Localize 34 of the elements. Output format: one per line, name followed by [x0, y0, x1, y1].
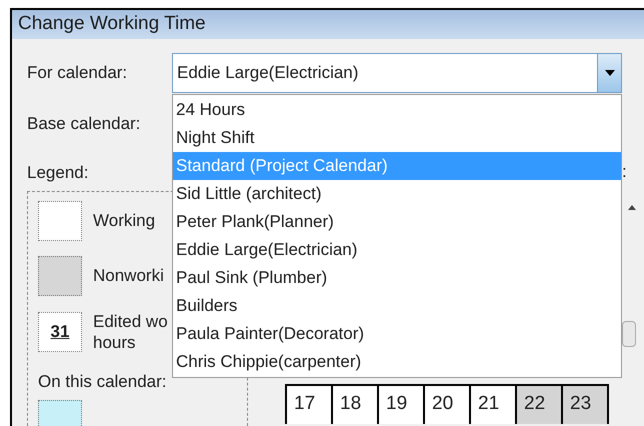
calendar-day[interactable]: 18	[333, 384, 379, 424]
dropdown-option[interactable]: Sid Little (architect)	[173, 180, 621, 208]
scrollbar-thumb[interactable]	[622, 320, 636, 346]
dropdown-option[interactable]: Eddie Large(Electrician)	[173, 236, 621, 264]
calendar-day[interactable]: 22	[517, 384, 563, 424]
dropdown-option[interactable]: Chris Chippie(carpenter)	[173, 348, 621, 376]
calendar-day[interactable]: 21	[471, 384, 517, 424]
field-label: Base calendar:	[27, 112, 140, 134]
calendar-day[interactable]: 23	[563, 384, 609, 424]
day-number: 31	[50, 320, 70, 343]
dropdown-option[interactable]: Night Shift	[173, 124, 621, 152]
legend-text: Nonworki	[93, 264, 164, 287]
dropdown-option[interactable]: Builders	[173, 292, 621, 320]
legend-label: Legend:	[27, 162, 88, 184]
calendar-day[interactable]: 19	[379, 384, 425, 424]
dropdown-option[interactable]: Paula Painter(Decorator)	[173, 320, 621, 348]
calendar-day[interactable]: 17	[287, 384, 333, 424]
window-title: Change Working Time	[18, 12, 206, 36]
field-label: :	[622, 160, 627, 182]
caret-icon	[604, 70, 614, 76]
legend-swatch	[38, 256, 82, 296]
field-label: For calendar:	[27, 62, 128, 84]
calendar-day[interactable]: 20	[425, 384, 471, 424]
legend-text: Working	[93, 210, 156, 232]
dropdown-option[interactable]: Peter Plank(Planner)	[173, 208, 621, 236]
legend-swatch	[38, 200, 82, 240]
dropdown-arrow-button[interactable]	[597, 54, 621, 92]
legend-text: Edited wo	[93, 310, 168, 332]
dropdown-option[interactable]: Paul Sink (Plumber)	[173, 264, 621, 292]
section-label: On this calendar:	[38, 370, 167, 392]
scroll-up-icon	[628, 204, 636, 210]
legend-text: hours	[93, 332, 137, 352]
dropdown-option[interactable]: 24 Hours	[173, 96, 621, 124]
calendar-dropdown[interactable]: Eddie Large(Electrician)	[172, 52, 622, 92]
